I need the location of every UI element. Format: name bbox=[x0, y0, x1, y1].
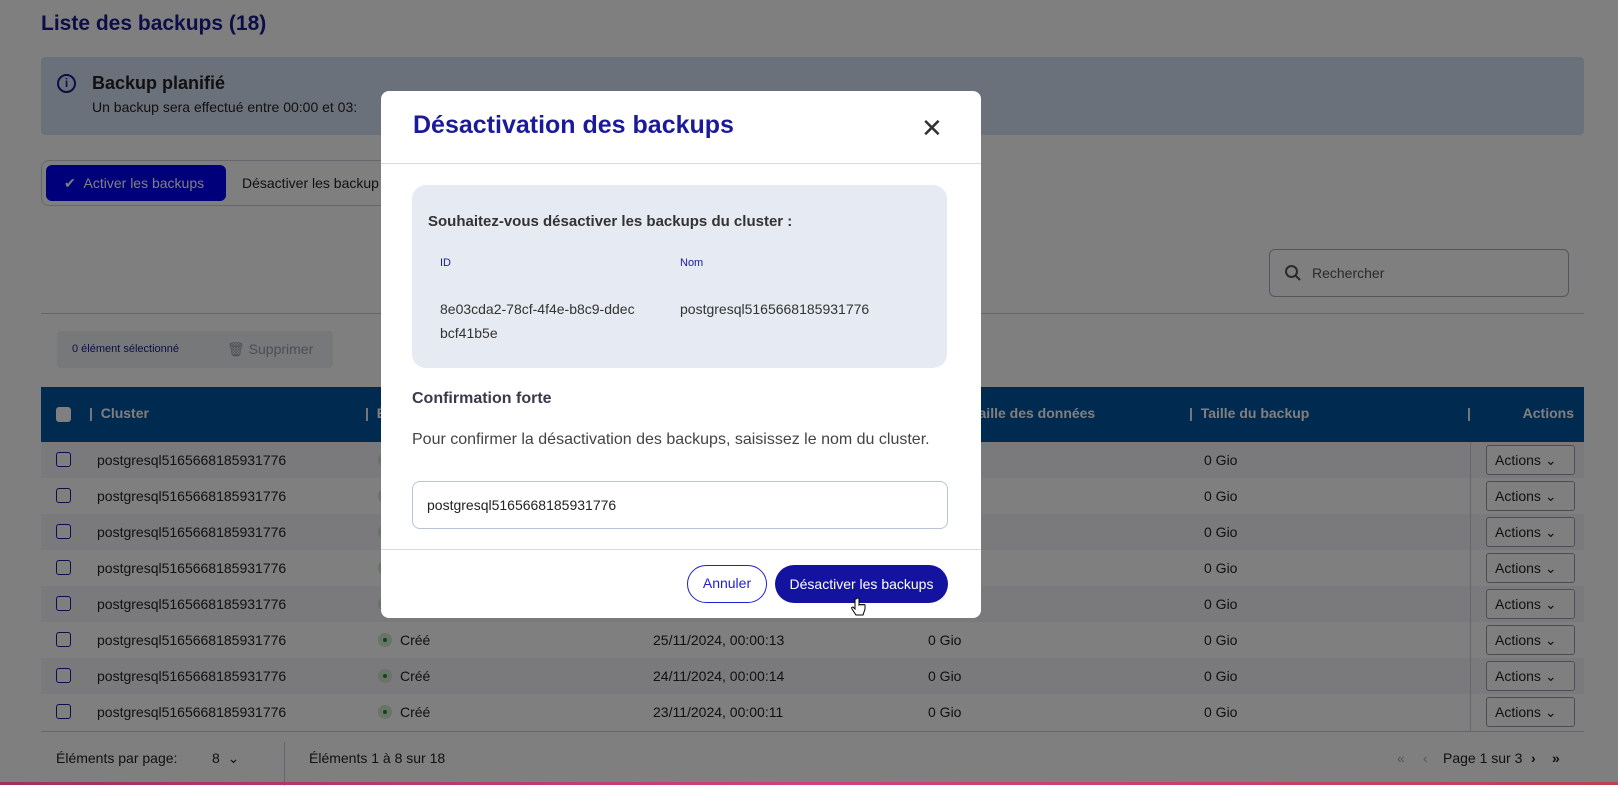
name-label: Nom bbox=[680, 257, 704, 269]
dialog-title: Désactivation des backups bbox=[413, 111, 734, 139]
confirm-title: Confirmation forte bbox=[412, 390, 552, 407]
id-label: ID bbox=[440, 257, 451, 269]
divider bbox=[381, 549, 981, 550]
cluster-name-input[interactable]: postgresql5165668185931776 bbox=[412, 481, 948, 529]
divider bbox=[381, 163, 981, 164]
close-icon[interactable]: ✕ bbox=[921, 113, 943, 144]
cancel-button[interactable]: Annuler bbox=[687, 565, 767, 603]
id-value: 8e03cda2-78cf-4f4e-b8c9-ddecbcf41b5e bbox=[440, 301, 635, 341]
confirm-text: Pour confirmer la désactivation des back… bbox=[412, 431, 930, 448]
question-text: Souhaitez-vous désactiver les backups du… bbox=[428, 213, 793, 230]
hand-cursor-icon bbox=[851, 598, 866, 616]
cluster-summary: Souhaitez-vous désactiver les backups du… bbox=[412, 185, 947, 368]
name-value: postgresql5165668185931776 bbox=[680, 301, 870, 317]
disable-backups-dialog: Désactivation des backups ✕ Souhaitez-vo… bbox=[381, 91, 981, 618]
